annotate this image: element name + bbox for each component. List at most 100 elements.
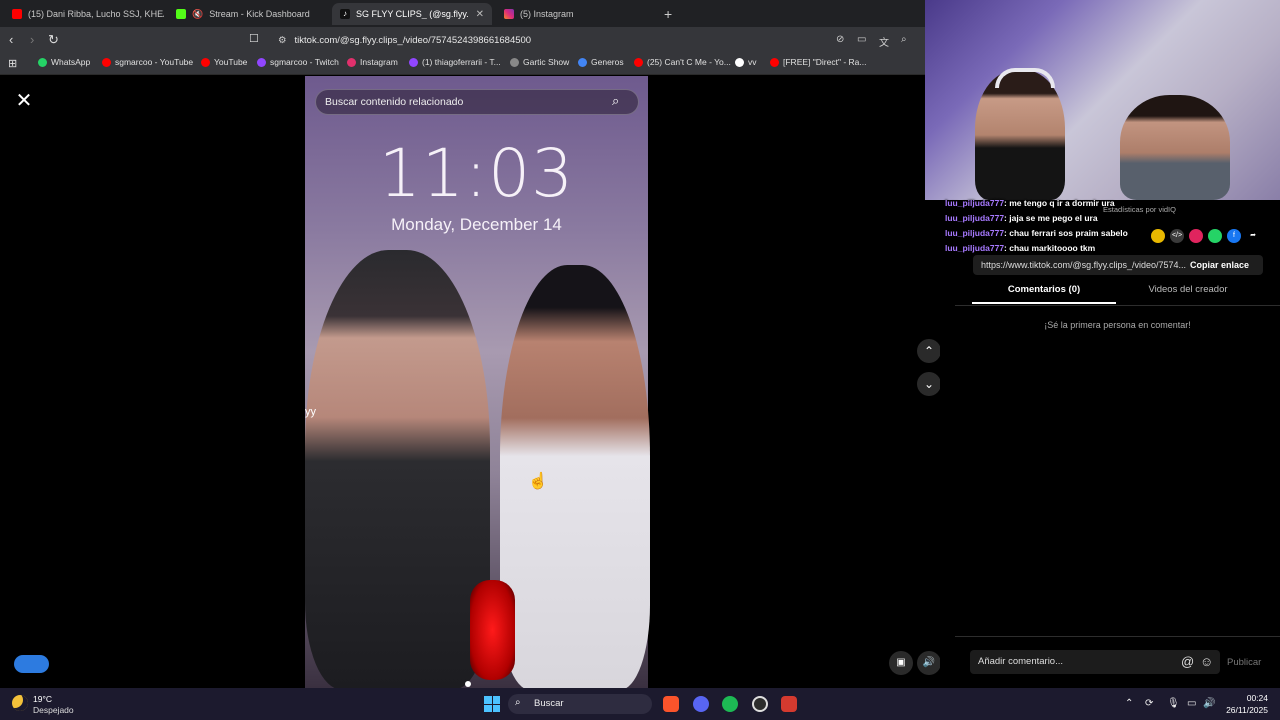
extension-toggle[interactable]	[14, 655, 49, 673]
bookmark-cant-c-me[interactable]: (25) Can't C Me - Yo...	[634, 57, 731, 67]
vidiq-stats-label[interactable]: Estadísticas por vidIQ	[1103, 205, 1176, 214]
headset-icon	[995, 68, 1055, 88]
chat-message: luu_piljuda777: chau ferrari sos praim s…	[945, 228, 1128, 238]
chevron-up-icon[interactable]: ⌃	[1125, 698, 1133, 709]
mention-icon[interactable]: @	[1181, 654, 1194, 669]
whatsapp-icon	[38, 57, 47, 67]
share-arrow-icon[interactable]: ➦	[1246, 229, 1260, 243]
tab-creator-videos[interactable]: Videos del creador	[1116, 284, 1260, 304]
taskbar-search[interactable]: Buscar	[508, 694, 652, 714]
gartic-icon	[510, 57, 519, 67]
moon-icon[interactable]	[12, 695, 28, 711]
facebook-share-icon[interactable]: f	[1227, 229, 1241, 243]
embed-icon[interactable]: </>	[1170, 229, 1184, 243]
instagram-icon	[504, 9, 514, 19]
bookmark-instagram[interactable]: Instagram	[347, 57, 398, 67]
bookmark-generos[interactable]: Generos	[578, 57, 624, 67]
webcam-person-left	[975, 70, 1065, 200]
mute-icon: 🔇	[192, 9, 204, 19]
cast-icon[interactable]: ▭	[857, 34, 866, 45]
site-info-icon[interactable]: ⚙	[278, 35, 287, 46]
emoji-icon[interactable]: ☺	[1200, 654, 1213, 669]
volume-button[interactable]: 🔊	[917, 651, 941, 675]
tab-instagram[interactable]: (5) Instagram	[496, 3, 656, 25]
volume-icon: 🔊	[922, 657, 936, 668]
youtube-icon	[770, 57, 779, 67]
bookmark-thiagoferrarii[interactable]: (1) thiagoferrarii - T...	[409, 57, 501, 67]
publish-button[interactable]: Publicar	[1227, 657, 1261, 668]
mini-player-button[interactable]: ▣	[889, 651, 913, 675]
back-icon[interactable]: ‹	[9, 32, 13, 47]
bookmark-whatsapp[interactable]: WhatsApp	[38, 57, 90, 67]
video-person-left	[305, 250, 490, 690]
taskbar-time[interactable]: 00:24	[1235, 693, 1268, 703]
whatsapp-share-icon[interactable]	[1208, 229, 1222, 243]
tab-label: SG FLYY CLIPS_ (@sg.flyy.clips_)	[356, 9, 468, 19]
url-field[interactable]: ⚙ tiktok.com/@sg.flyy.clips_/video/75745…	[270, 30, 920, 50]
bookmarks-bar: ⊞ WhatsApp sgmarcoo - YouTube YouTube sg…	[0, 53, 925, 75]
search-icon: ⌕	[515, 697, 521, 708]
apps-icon[interactable]: ⊞	[8, 57, 17, 70]
translate-icon[interactable]: 文	[879, 34, 889, 49]
red-object	[470, 580, 515, 680]
tab-label: (5) Instagram	[520, 9, 574, 19]
windows-start-icon[interactable]	[484, 696, 500, 712]
share-coin-icon[interactable]	[1151, 229, 1165, 243]
app-icon[interactable]	[781, 696, 797, 712]
youtube-icon	[12, 9, 22, 19]
forward-icon[interactable]: ›	[30, 32, 34, 47]
copy-link-button[interactable]: Copiar enlace	[1190, 255, 1249, 275]
weather-temperature[interactable]: 19°C	[33, 694, 52, 704]
x-icon	[735, 57, 744, 67]
weather-description[interactable]: Despejado	[33, 705, 74, 715]
url-text: tiktok.com/@sg.flyy.clips_/video/7574524…	[294, 34, 532, 46]
taskbar-date[interactable]: 26/11/2025	[1213, 705, 1268, 715]
sync-icon[interactable]: ⟳	[1145, 698, 1153, 709]
tiktok-icon: ♪	[340, 9, 350, 19]
lockscreen-clock: 11:03	[378, 135, 575, 212]
folder-icon	[578, 57, 587, 67]
twitch-icon	[409, 57, 418, 67]
reload-icon[interactable]: ↻	[48, 32, 59, 48]
bookmark-free-direct[interactable]: [FREE] "Direct" - Ra...	[770, 57, 867, 67]
spotify-icon[interactable]	[722, 696, 738, 712]
network-icon[interactable]: ▭	[1187, 698, 1196, 709]
tracking-icon[interactable]: ⊘	[836, 34, 844, 45]
microphone-icon[interactable]: 🎙	[1167, 698, 1180, 709]
new-tab-button[interactable]: +	[664, 6, 672, 22]
address-bar: ‹ › ↻ ☐ ⚙ tiktok.com/@sg.flyy.clips_/vid…	[0, 27, 925, 53]
tab-strip: (15) Dani Ribba, Lucho SSJ, KHEA, LIT 🔇 …	[0, 0, 925, 27]
discord-icon[interactable]	[693, 696, 709, 712]
steam-icon[interactable]	[752, 696, 768, 712]
tab-kick[interactable]: 🔇 Stream - Kick Dashboard	[168, 3, 328, 25]
progress-dot[interactable]	[465, 681, 471, 687]
bookmark-sgmarcoo-youtube[interactable]: sgmarcoo - YouTube	[102, 57, 193, 67]
tab-tiktok[interactable]: ♪ SG FLYY CLIPS_ (@sg.flyy.clips_) ✕	[332, 3, 492, 25]
zoom-icon[interactable]: ⌕	[901, 34, 907, 45]
video-person-right	[500, 265, 650, 690]
bookmark-sgmarcoo-twitch[interactable]: sgmarcoo - Twitch	[257, 57, 339, 67]
related-search-input[interactable]: Buscar contenido relacionado	[315, 89, 639, 115]
tab-comments[interactable]: Comentarios (0)	[972, 284, 1116, 304]
brave-icon[interactable]	[663, 696, 679, 712]
bookmark-youtube[interactable]: YouTube	[201, 57, 247, 67]
tab-label: Stream - Kick Dashboard	[209, 9, 310, 19]
hand-cursor-icon: ☝	[528, 473, 548, 490]
mini-player-icon: ▣	[896, 657, 906, 668]
tab-label: (15) Dani Ribba, Lucho SSJ, KHEA, LIT	[28, 9, 164, 19]
instagram-icon	[347, 57, 356, 67]
tab-youtube[interactable]: (15) Dani Ribba, Lucho SSJ, KHEA, LIT	[4, 3, 164, 25]
bookmark-vv[interactable]: vv	[735, 57, 757, 67]
share-red-icon[interactable]	[1189, 229, 1203, 243]
bookmark-icon[interactable]: ☐	[249, 32, 259, 45]
lockscreen-date: Monday, December 14	[391, 215, 562, 234]
youtube-icon	[634, 57, 643, 67]
no-comments-message: ¡Sé la primera persona en comentar!	[1044, 320, 1191, 330]
previous-video-button[interactable]: ⌃	[917, 339, 941, 363]
chevron-down-icon: ⌄	[923, 377, 935, 391]
close-icon[interactable]: ✕	[12, 89, 36, 113]
bookmark-gartic-show[interactable]: Gartic Show	[510, 57, 569, 67]
close-tab-icon[interactable]: ✕	[476, 9, 484, 20]
next-video-button[interactable]: ⌄	[917, 372, 941, 396]
search-icon[interactable]: ⌕	[612, 93, 619, 109]
